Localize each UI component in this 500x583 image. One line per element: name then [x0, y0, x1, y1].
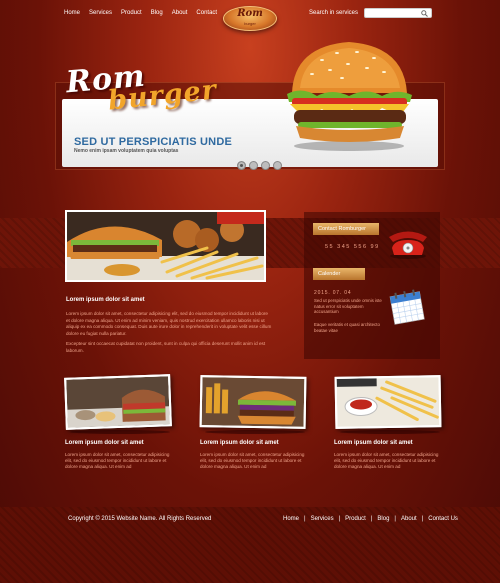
slider-dot-4[interactable]	[273, 161, 282, 170]
nav-contact[interactable]: Contact	[196, 10, 217, 16]
calendar-date: 2015. 07. 04	[314, 290, 352, 296]
footer-link-home[interactable]: Home	[283, 516, 299, 522]
top-nav: Home Services Product Blog About Contact	[64, 10, 217, 16]
slider-pagination	[237, 161, 282, 170]
card-3-illustration	[336, 377, 440, 427]
site-logo[interactable]: Rom burger	[223, 6, 277, 31]
calendar-icon	[389, 289, 425, 325]
copyright-text: Copyright © 2015 Website Name. All Right…	[68, 516, 212, 522]
footer-separator: |	[421, 516, 424, 522]
calendar-text-2: Eaque veritatis et quasi architecto beat…	[314, 322, 380, 333]
footer-link-services[interactable]: Services	[311, 516, 334, 522]
main-heading: Lorem ipsum dolor sit amet	[66, 297, 145, 303]
card-2-heading: Lorem ipsum dolor sit amet	[200, 440, 279, 446]
contact-title: Contact Romburger	[313, 223, 379, 235]
slider-dot-2[interactable]	[249, 161, 258, 170]
telephone-icon	[389, 231, 427, 259]
banner-title: SED UT PERSPICIATIS UNDE	[74, 136, 233, 148]
card-2-shadow	[205, 430, 305, 434]
footer-nav: Home | Services | Product | Blog | About…	[283, 516, 458, 522]
footer-separator: |	[338, 516, 341, 522]
nav-product[interactable]: Product	[121, 10, 142, 16]
card-1-image	[64, 374, 172, 430]
footer-separator: |	[394, 516, 396, 522]
card-3-image	[334, 375, 442, 429]
phone-number: 55 345 556 99	[325, 244, 380, 250]
card-2-text: Lorem ipsum dolor sit amet, consectetur …	[200, 452, 305, 469]
slider-dot-3[interactable]	[261, 161, 270, 170]
card-1-illustration	[66, 376, 170, 428]
nav-blog[interactable]: Blog	[151, 10, 163, 16]
main-paragraph-2: Excepteur sint occaecat cupidatat non pr…	[66, 341, 266, 353]
slider-dot-1[interactable]	[237, 161, 246, 170]
nav-services[interactable]: Services	[89, 10, 112, 16]
search-input[interactable]	[364, 8, 432, 18]
nav-home[interactable]: Home	[64, 10, 80, 16]
logo-tagline: burger	[244, 21, 256, 26]
main-food-image	[65, 210, 266, 282]
card-3-shadow	[340, 430, 440, 434]
search-label: Search in services	[309, 10, 359, 16]
footer-separator: |	[370, 516, 373, 522]
footer-separator: |	[304, 516, 306, 522]
footer-link-about[interactable]: About	[401, 516, 417, 522]
logo-name: Rom	[237, 8, 263, 19]
banner-subtitle: Nemo enim ipsam voluptatem quia voluptas	[74, 148, 179, 154]
card-1-text: Lorem ipsum dolor sit amet, consectetur …	[65, 452, 170, 469]
main-food-illustration	[67, 212, 264, 280]
calendar-title: Calender	[313, 268, 365, 280]
calendar-text-1: Sed ut perspiciatis unde omnis iste natu…	[314, 298, 382, 315]
footer-link-blog[interactable]: Blog	[377, 516, 389, 522]
nav-about[interactable]: About	[172, 10, 188, 16]
footer-link-product[interactable]: Product	[345, 516, 366, 522]
hero-burger-image	[287, 42, 412, 151]
main-paragraph-1: Lorem ipsum dolor sit amet, consectetur …	[66, 311, 272, 336]
card-3-heading: Lorem ipsum dolor sit amet	[334, 440, 413, 446]
card-2-illustration	[201, 377, 305, 427]
footer-link-contact[interactable]: Contact Us	[428, 516, 458, 522]
card-3-text: Lorem ipsum dolor sit amet, consectetur …	[334, 452, 439, 469]
search-icon[interactable]	[421, 10, 428, 17]
card-2-image	[199, 375, 307, 429]
card-1-heading: Lorem ipsum dolor sit amet	[65, 440, 144, 446]
card-1-shadow	[70, 430, 170, 434]
